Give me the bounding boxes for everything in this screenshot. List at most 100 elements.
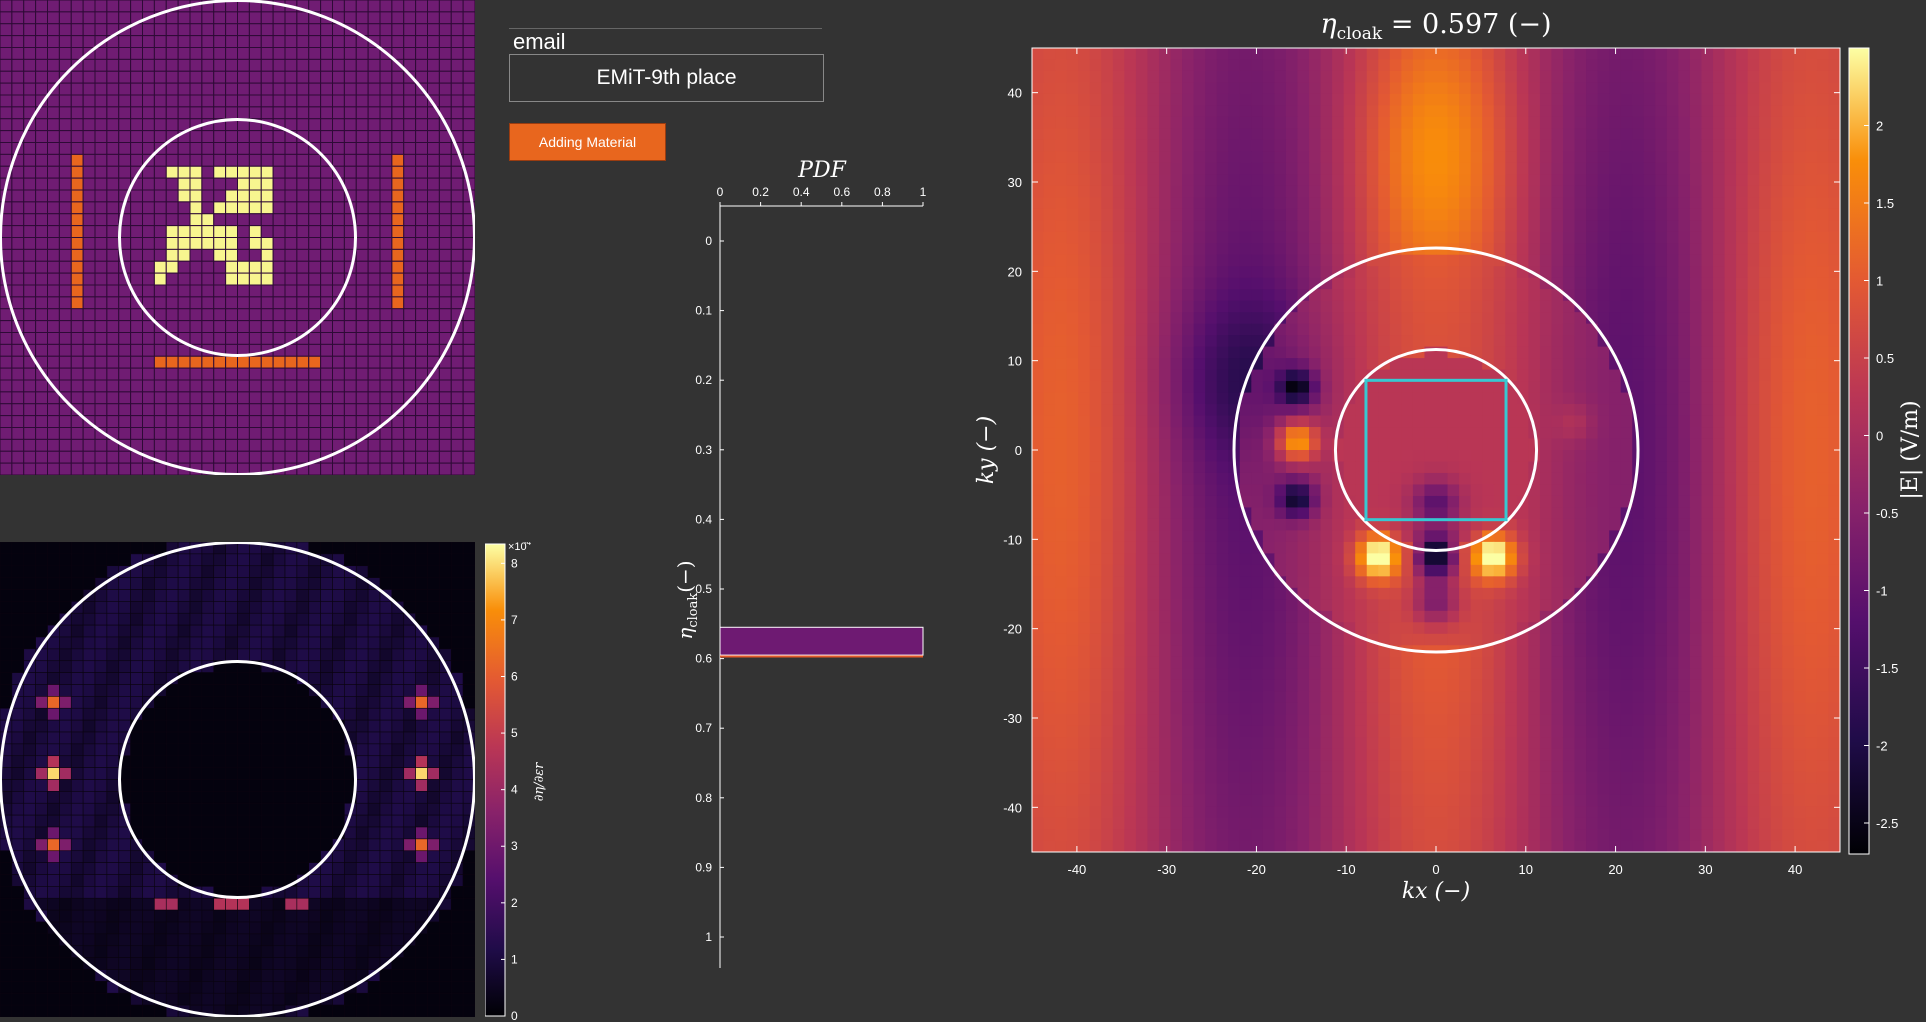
design-cell (189, 213, 203, 227)
sensitivity-cell (154, 565, 167, 578)
sensitivity-cell (106, 826, 120, 840)
design-cell (343, 94, 357, 108)
sensitivity-cell (344, 945, 357, 958)
field-cell (1655, 59, 1668, 72)
sensitivity-cell (439, 565, 452, 578)
field-cell (1424, 208, 1437, 221)
sensitivity-cell (82, 601, 96, 614)
sensitivity-cell (320, 1004, 333, 1017)
field-heatmap[interactable] (1032, 48, 1841, 853)
field-cell (1713, 312, 1726, 325)
sensitivity-cell (415, 814, 428, 828)
field-cell (1643, 59, 1656, 72)
sensitivity-cell (201, 743, 215, 757)
design-cell (272, 379, 286, 393)
field-cell (1482, 266, 1495, 279)
sensitivity-cell (284, 755, 298, 768)
sensitivity-cell (35, 660, 48, 673)
field-cell (1135, 174, 1149, 187)
field-cell (1493, 197, 1506, 210)
sensitivity-cell (201, 672, 215, 685)
design-cell (450, 35, 464, 49)
design-cell (106, 82, 120, 96)
field-cell (1828, 243, 1840, 256)
field-cell (1736, 116, 1749, 129)
design-cell (332, 82, 345, 96)
design-cell (248, 438, 262, 452)
field-cell (1262, 105, 1275, 118)
design-cell (284, 23, 298, 37)
sensitivity-cell (177, 636, 191, 650)
design-cell (367, 260, 381, 274)
sensitivity-cell (59, 660, 72, 673)
adding-material-button[interactable]: Adding Material (509, 123, 666, 161)
field-cell (1586, 174, 1599, 187)
field-cell (1112, 220, 1125, 233)
design-cell (165, 213, 179, 227)
design-cell (332, 237, 345, 250)
design-cell (130, 47, 144, 60)
field-cell (1043, 266, 1056, 279)
design-cell (296, 189, 310, 203)
field-cell (1147, 162, 1160, 175)
field-cell (1574, 116, 1587, 129)
field-cell (1216, 174, 1229, 187)
design-cell (355, 225, 369, 239)
field-cell (1805, 266, 1818, 279)
sensitivity-cell (355, 921, 369, 935)
sensitivity-cell (403, 743, 416, 757)
field-cell (1401, 139, 1414, 152)
field-cell (1805, 59, 1818, 72)
design-cell (379, 58, 393, 72)
field-cell (1643, 70, 1656, 84)
design-grid[interactable] (0, 0, 475, 475)
field-cell (1332, 197, 1345, 210)
name-display[interactable]: EMiT-9th place (509, 54, 824, 102)
design-cell (284, 58, 298, 72)
field-cell (1378, 139, 1391, 152)
field-cell (1493, 243, 1506, 256)
design-domain-plot[interactable] (0, 0, 475, 475)
design-cell (58, 0, 72, 13)
field-cell (1828, 174, 1840, 187)
design-cell (272, 47, 286, 60)
design-cell (177, 248, 191, 262)
sensitivity-cell (427, 660, 440, 673)
sensitivity-cell (0, 909, 13, 923)
field-cell (1401, 59, 1414, 72)
design-cell (142, 225, 155, 239)
design-cell (260, 415, 274, 429)
field-cell (1170, 116, 1183, 129)
sensitivity-cell (47, 719, 60, 733)
design-cell (308, 225, 322, 239)
sensitivity-cell (201, 731, 215, 745)
sensitivity-cell (367, 909, 381, 923)
field-cell (1262, 116, 1275, 129)
design-cell (391, 450, 405, 464)
field-cell (1124, 93, 1137, 107)
design-cell (153, 403, 167, 417)
field-cell (1285, 48, 1299, 61)
design-cell (237, 308, 250, 322)
design-cell (189, 106, 203, 120)
field-cell (1689, 266, 1703, 279)
sensitivity-cell (415, 589, 428, 602)
sensitivity-cell (355, 624, 369, 638)
field-cell (1505, 266, 1518, 279)
field-cell (1816, 208, 1830, 221)
sensitivity-cell (344, 660, 357, 673)
design-cell (142, 248, 155, 262)
sensitivity-cell (332, 1004, 345, 1017)
design-cell (427, 237, 440, 250)
field-plot[interactable]: ηcloak = 0.597 (−) -40 -30 -20 -10 0 10 20 30 40… (960, 0, 1926, 922)
design-cell (450, 427, 464, 440)
design-cell (94, 23, 108, 37)
sensitivity-cell (450, 933, 464, 947)
design-cell (142, 320, 155, 334)
sensitivity-cell (189, 850, 203, 863)
field-cell (1147, 128, 1160, 141)
sensitivity-cell (213, 992, 226, 1006)
design-cell (284, 367, 298, 381)
field-cell (1759, 82, 1772, 95)
design-cell (35, 165, 49, 179)
